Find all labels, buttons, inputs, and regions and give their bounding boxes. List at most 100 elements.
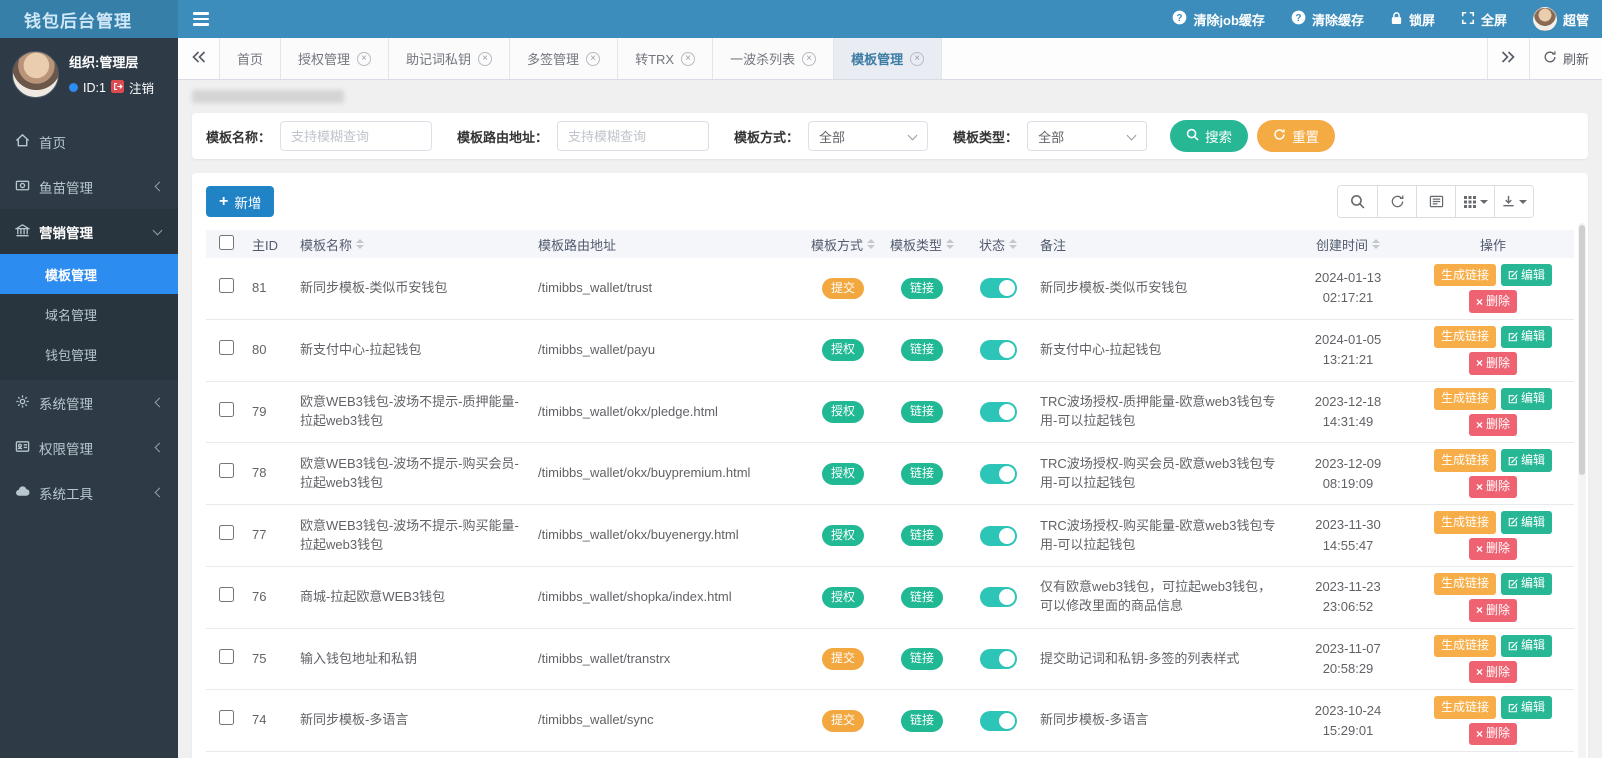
table-search-button[interactable] xyxy=(1338,186,1377,217)
col-status[interactable]: 状态 xyxy=(962,230,1034,258)
status-toggle[interactable] xyxy=(980,464,1017,484)
col-type[interactable]: 模板类型 xyxy=(882,230,962,258)
tab-close-icon[interactable]: × xyxy=(681,52,695,66)
delete-button[interactable]: ×删除 xyxy=(1469,661,1517,683)
gear-icon xyxy=(15,394,30,412)
delete-button[interactable]: ×删除 xyxy=(1469,599,1517,621)
col-created[interactable]: 创建时间 xyxy=(1284,230,1412,258)
select-all-checkbox[interactable] xyxy=(219,235,234,250)
home-icon xyxy=(15,133,30,151)
tab-close-icon[interactable]: × xyxy=(802,52,816,66)
sidebar-item-fishery[interactable]: 鱼苗管理 xyxy=(0,164,178,209)
row-checkbox[interactable] xyxy=(219,402,234,417)
edit-button[interactable]: 编辑 xyxy=(1501,449,1552,471)
user-id: ID:1 xyxy=(83,81,106,95)
tab-bar: 首页 授权管理× 助记词私钥× 多签管理× 转TRX× 一波杀列表× 模板管理×… xyxy=(178,38,1602,80)
status-toggle[interactable] xyxy=(980,278,1017,298)
generate-link-button[interactable]: 生成链接 xyxy=(1434,573,1496,595)
sidebar-item-wallet-management[interactable]: 钱包管理 xyxy=(0,334,178,374)
tab-close-icon[interactable]: × xyxy=(357,52,371,66)
refresh-tab-button[interactable]: 刷新 xyxy=(1529,38,1602,79)
reset-button[interactable]: 重置 xyxy=(1257,120,1335,152)
status-toggle[interactable] xyxy=(980,402,1017,422)
generate-link-button[interactable]: 生成链接 xyxy=(1434,264,1496,286)
tab-close-icon[interactable]: × xyxy=(910,52,924,66)
row-checkbox[interactable] xyxy=(219,587,234,602)
edit-button[interactable]: 编辑 xyxy=(1501,573,1552,595)
sidebar-item-marketing[interactable]: 营销管理 xyxy=(0,209,178,254)
tab-trx-transfer[interactable]: 转TRX× xyxy=(618,38,713,79)
generate-link-button[interactable]: 生成链接 xyxy=(1434,511,1496,533)
status-toggle[interactable] xyxy=(980,587,1017,607)
table-scrollbar[interactable] xyxy=(1578,223,1586,758)
tab-close-icon[interactable]: × xyxy=(478,52,492,66)
edit-button[interactable]: 编辑 xyxy=(1501,264,1552,286)
tab-multisig[interactable]: 多签管理× xyxy=(510,38,618,79)
col-method[interactable]: 模板方式 xyxy=(804,230,882,258)
generate-link-button[interactable]: 生成链接 xyxy=(1434,696,1496,718)
edit-button[interactable]: 编辑 xyxy=(1501,511,1552,533)
logout-link[interactable]: 注销 xyxy=(129,78,154,97)
generate-link-button[interactable]: 生成链接 xyxy=(1434,635,1496,657)
tab-close-icon[interactable]: × xyxy=(586,52,600,66)
add-button[interactable]: + 新增 xyxy=(206,186,274,217)
row-checkbox[interactable] xyxy=(219,649,234,664)
row-checkbox[interactable] xyxy=(219,525,234,540)
sidebar-item-system[interactable]: 系统管理 xyxy=(0,380,178,425)
status-toggle[interactable] xyxy=(980,711,1017,731)
row-checkbox[interactable] xyxy=(219,278,234,293)
edit-button[interactable]: 编辑 xyxy=(1501,696,1552,718)
delete-button[interactable]: ×删除 xyxy=(1469,538,1517,560)
svg-text:?: ? xyxy=(1177,13,1183,24)
col-name[interactable]: 模板名称 xyxy=(294,230,532,258)
table-detail-view-button[interactable] xyxy=(1416,186,1455,217)
row-checkbox[interactable] xyxy=(219,463,234,478)
edit-button[interactable]: 编辑 xyxy=(1501,326,1552,348)
sidebar-item-template-management[interactable]: 模板管理 xyxy=(0,254,178,294)
tab-home[interactable]: 首页 xyxy=(220,38,281,79)
template-name-input[interactable] xyxy=(280,121,432,151)
delete-button[interactable]: ×删除 xyxy=(1469,723,1517,745)
delete-button[interactable]: ×删除 xyxy=(1469,290,1517,312)
edit-button[interactable]: 编辑 xyxy=(1501,635,1552,657)
tab-mnemonic-key[interactable]: 助记词私钥× xyxy=(389,38,510,79)
status-toggle[interactable] xyxy=(980,340,1017,360)
fullscreen-button[interactable]: 全屏 xyxy=(1448,0,1520,38)
sidebar-item-home[interactable]: 首页 xyxy=(0,119,178,164)
generate-link-button[interactable]: 生成链接 xyxy=(1434,449,1496,471)
search-button[interactable]: 搜索 xyxy=(1170,120,1248,152)
lock-screen-button[interactable]: 锁屏 xyxy=(1377,0,1448,38)
current-user-menu[interactable]: 超管 xyxy=(1520,0,1602,38)
tab-wave-list[interactable]: 一波杀列表× xyxy=(713,38,834,79)
row-checkbox[interactable] xyxy=(219,340,234,355)
sidebar-item-domain-management[interactable]: 域名管理 xyxy=(0,294,178,334)
edit-button[interactable]: 编辑 xyxy=(1501,388,1552,410)
sidebar-item-tools[interactable]: 系统工具 xyxy=(0,470,178,515)
tabs-scroll-left-button[interactable] xyxy=(178,38,220,79)
delete-button[interactable]: ×删除 xyxy=(1469,352,1517,374)
sidebar-item-permission[interactable]: 权限管理 xyxy=(0,425,178,470)
status-toggle[interactable] xyxy=(980,649,1017,669)
generate-link-button[interactable]: 生成链接 xyxy=(1434,326,1496,348)
generate-link-button[interactable]: 生成链接 xyxy=(1434,388,1496,410)
clear-cache-button[interactable]: ? 清除缓存 xyxy=(1278,0,1377,38)
tab-authorization[interactable]: 授权管理× xyxy=(281,38,389,79)
tabs-scroll-right-button[interactable] xyxy=(1487,38,1529,79)
scrollbar-thumb[interactable] xyxy=(1579,225,1585,475)
delete-button[interactable]: ×删除 xyxy=(1469,476,1517,498)
delete-button[interactable]: ×删除 xyxy=(1469,414,1517,436)
double-chevron-left-icon xyxy=(192,51,206,66)
row-checkbox[interactable] xyxy=(219,710,234,725)
tab-template-management[interactable]: 模板管理× xyxy=(834,38,942,79)
clear-job-cache-button[interactable]: ? 清除job缓存 xyxy=(1159,0,1278,38)
sidebar-toggle-icon[interactable] xyxy=(178,0,224,38)
template-method-select[interactable]: 全部 xyxy=(808,121,928,151)
status-toggle[interactable] xyxy=(980,526,1017,546)
x-icon: × xyxy=(1476,543,1483,555)
table-columns-button[interactable] xyxy=(1455,186,1494,217)
table-export-button[interactable] xyxy=(1494,186,1533,217)
template-route-input[interactable] xyxy=(557,121,709,151)
sidebar-menu: 首页 鱼苗管理 营销管理 模板管理 域名管理 钱包管理 系统管理 xyxy=(0,119,178,515)
template-type-select[interactable]: 全部 xyxy=(1027,121,1147,151)
table-refresh-button[interactable] xyxy=(1377,186,1416,217)
